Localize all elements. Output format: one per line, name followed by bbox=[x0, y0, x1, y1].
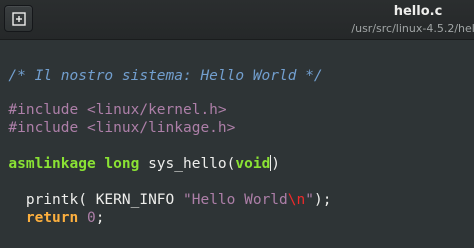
statement-end-token: ); bbox=[313, 192, 332, 208]
number-token: 0 bbox=[86, 210, 96, 226]
string-token: "Hello World bbox=[183, 192, 288, 208]
window-title: hello.c bbox=[393, 4, 443, 19]
code-editor[interactable]: /* Il nostro sistema: Hello World */ #in… bbox=[0, 40, 474, 248]
new-document-icon bbox=[12, 12, 26, 26]
statement-end-token: ; bbox=[95, 210, 105, 226]
window-subtitle: /usr/src/linux-4.5.2/hello bbox=[351, 22, 474, 35]
code-line-1: /* Il nostro sistema: Hello World */ bbox=[0, 43, 322, 84]
code-line-3: #include <linux/linkage.h> bbox=[0, 95, 235, 136]
return-keyword-token: return bbox=[8, 210, 79, 226]
string-end-token: " bbox=[305, 192, 314, 208]
code-line-4: asmlinkage long sys_hello(void) bbox=[0, 131, 280, 172]
escape-token: \n bbox=[287, 192, 306, 208]
editor-window: hello.c /usr/src/linux-4.5.2/hello /* Il… bbox=[0, 0, 474, 248]
header-bar: hello.c /usr/src/linux-4.5.2/hello bbox=[0, 0, 474, 40]
new-document-button[interactable] bbox=[4, 5, 33, 32]
title-block: hello.c /usr/src/linux-4.5.2/hello bbox=[318, 4, 474, 37]
code-line-6: return 0; bbox=[0, 185, 105, 226]
